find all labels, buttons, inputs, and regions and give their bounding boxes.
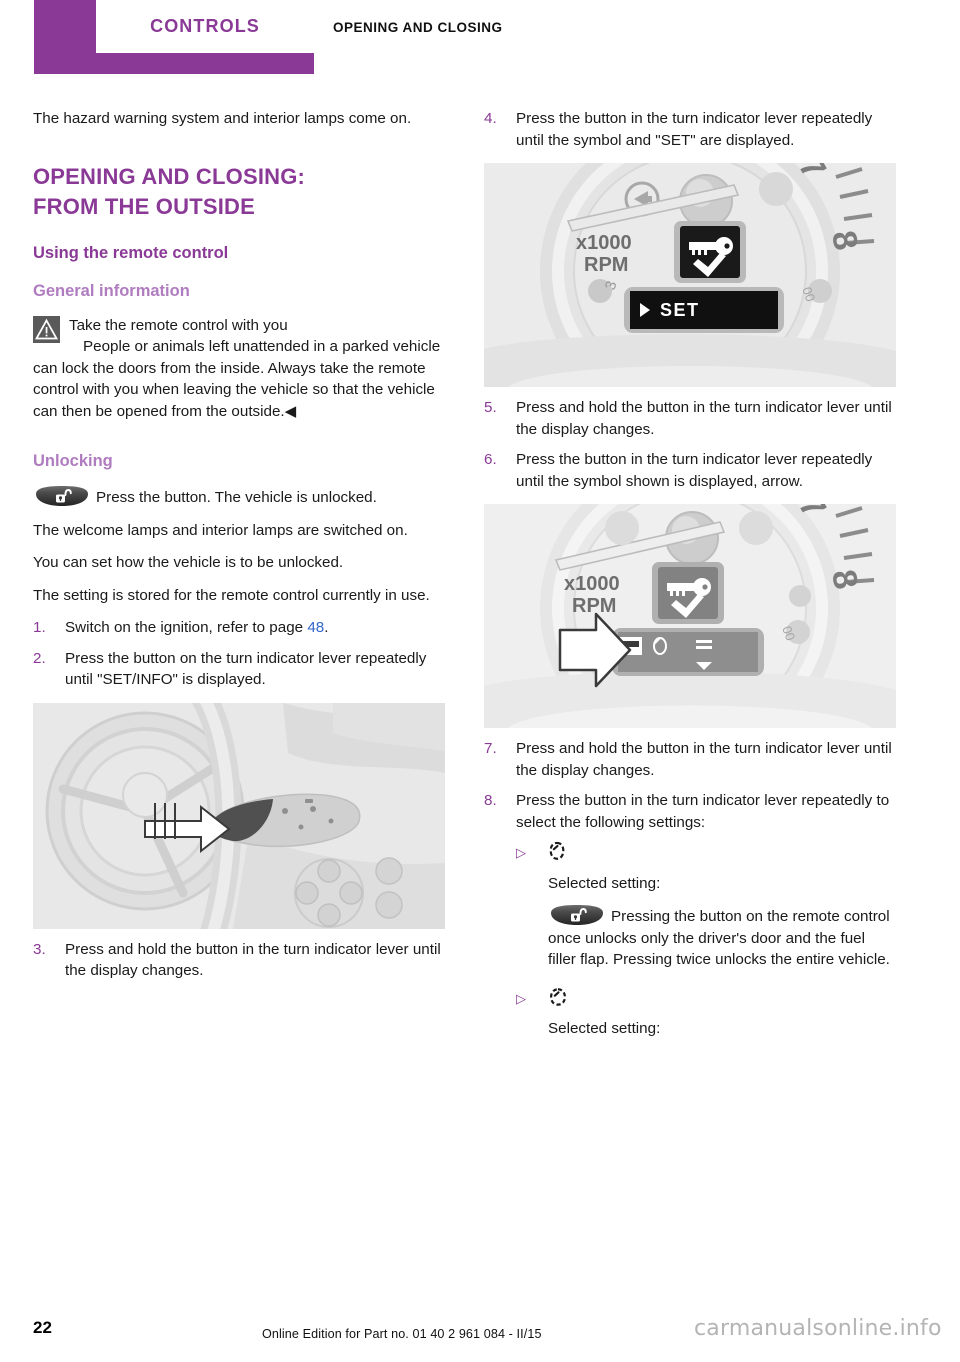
settings-menu-bar xyxy=(612,628,764,676)
remote-unlock-button-icon xyxy=(33,485,91,508)
step-number: 4. xyxy=(484,110,497,127)
step-number: 1. xyxy=(33,619,46,636)
unlocking-title: Unlocking xyxy=(33,452,113,470)
step-item: 7. Press and hold the button in the turn… xyxy=(484,738,896,781)
lock-cylinder-icon xyxy=(548,841,566,868)
step-text: Press the button in the turn indicator l… xyxy=(516,110,873,149)
rpm-scale-label-line2: RPM xyxy=(584,254,628,276)
step-text: Press and hold the button in the turn in… xyxy=(65,940,441,980)
vehicle-unlock-all-icon xyxy=(548,987,568,1014)
setting-detail-1: Pressing the button on the remote contro… xyxy=(548,904,896,971)
right-column: 4. Press the button in the turn indicato… xyxy=(484,108,896,1040)
selected-setting-label-2: Selected setting: xyxy=(548,1020,661,1037)
page-header: CONTROLS OPENING AND CLOSING xyxy=(0,0,960,90)
general-information-title: General information xyxy=(33,281,190,300)
selected-setting-label-1: Selected setting: xyxy=(548,874,661,892)
chapter-title: OPENING AND CLOSING xyxy=(333,20,503,35)
step-text: Switch on the ignition, refer to page xyxy=(65,619,308,636)
page-number: 22 xyxy=(33,1318,52,1337)
bullet-marker: ▷ xyxy=(516,845,526,860)
tachometer-figure-set: 8 7 4 x1000 RPM 3 00 xyxy=(484,163,896,387)
paragraph-set-unlock: You can set how the vehicle is to be unl… xyxy=(33,554,344,571)
steps-list-left: 1. Switch on the ignition, refer to page… xyxy=(33,617,445,691)
chapter-tab-inner: CONTROLS xyxy=(96,0,314,53)
paragraph-welcome-lamps: The welcome lamps and interior lamps are… xyxy=(33,521,408,539)
steering-wheel-figure xyxy=(33,702,445,929)
site-watermark: carmanualsonline.info xyxy=(694,1316,942,1341)
step-item: 1. Switch on the ignition, refer to page… xyxy=(33,617,445,639)
set-display-bar: SET xyxy=(624,287,784,333)
setting-bullet: ▷ Selected setting: xyxy=(484,841,896,971)
step-number: 5. xyxy=(484,399,497,416)
step-item: 3. Press and hold the button in the turn… xyxy=(33,939,445,982)
warning-block: Take the remote control with you People … xyxy=(33,315,445,423)
remote-unlock-button-icon xyxy=(548,904,606,927)
step-number: 6. xyxy=(484,451,497,468)
tachometer-figure-door: 8 7 4 x1000 RPM 00 xyxy=(484,504,896,728)
step-item: 6. Press the button in the turn indicato… xyxy=(484,449,896,492)
step-number: 3. xyxy=(33,940,46,958)
step-text: Press the button on the turn indicator l… xyxy=(65,649,427,689)
subsection-title: Using the remote control xyxy=(33,243,229,262)
paragraph-setting-stored: The setting is stored for the remote con… xyxy=(33,586,430,604)
setting-bullet: ▷ Selected setting: xyxy=(484,987,896,1040)
step-item: 2. Press the button on the turn indicato… xyxy=(33,648,445,691)
unlocking-lead-paragraph: Press the button. The vehicle is unlocke… xyxy=(33,485,445,509)
set-label: SET xyxy=(660,300,700,320)
step-item: 8. Press the button in the turn indicato… xyxy=(484,790,896,833)
step-number: 8. xyxy=(484,792,497,809)
chapter-tab-label: CONTROLS xyxy=(150,16,260,36)
step-item: 5. Press and hold the button in the turn… xyxy=(484,397,896,440)
step-text: Press and hold the button in the turn in… xyxy=(516,399,892,438)
page-title-line1: OPENING AND CLOSING: xyxy=(33,163,306,189)
step-text: Press and hold the button in the turn in… xyxy=(516,740,892,779)
key-check-display xyxy=(674,221,746,283)
unlocking-lead-text: Press the button. The vehicle is unlocke… xyxy=(96,489,377,506)
warning-heading: Take the remote control with you xyxy=(69,316,288,334)
step-text: Press the button in the turn indicator l… xyxy=(516,451,873,490)
warning-triangle-icon xyxy=(33,315,60,343)
intro-paragraph: The hazard warning system and interior l… xyxy=(33,110,412,127)
rpm-scale-label-line1: x1000 xyxy=(576,232,632,254)
chapter-tab: CONTROLS xyxy=(34,0,314,74)
left-column: The hazard warning system and interior l… xyxy=(33,108,445,991)
step-text-after: . xyxy=(324,619,329,636)
svg-text:RPM: RPM xyxy=(572,595,616,617)
step-item: 4. Press the button in the turn indicato… xyxy=(484,108,896,151)
warning-body: People or animals left unattended in a p… xyxy=(33,338,441,420)
page-reference-link[interactable]: 48 xyxy=(307,619,324,636)
step-number: 7. xyxy=(484,740,497,757)
svg-text:x1000: x1000 xyxy=(564,573,620,595)
step-number: 2. xyxy=(33,649,46,667)
edition-notice: Online Edition for Part no. 01 40 2 961 … xyxy=(262,1327,542,1341)
page-title-line2: FROM THE OUTSIDE xyxy=(33,193,255,219)
step-text: Press the button in the turn indicator l… xyxy=(516,792,890,831)
key-check-display xyxy=(652,562,724,624)
page-title: OPENING AND CLOSING: FROM THE OUTSIDE xyxy=(33,162,445,222)
warning-end-marker: ◀ xyxy=(284,402,297,420)
bullet-marker: ▷ xyxy=(516,990,526,1006)
